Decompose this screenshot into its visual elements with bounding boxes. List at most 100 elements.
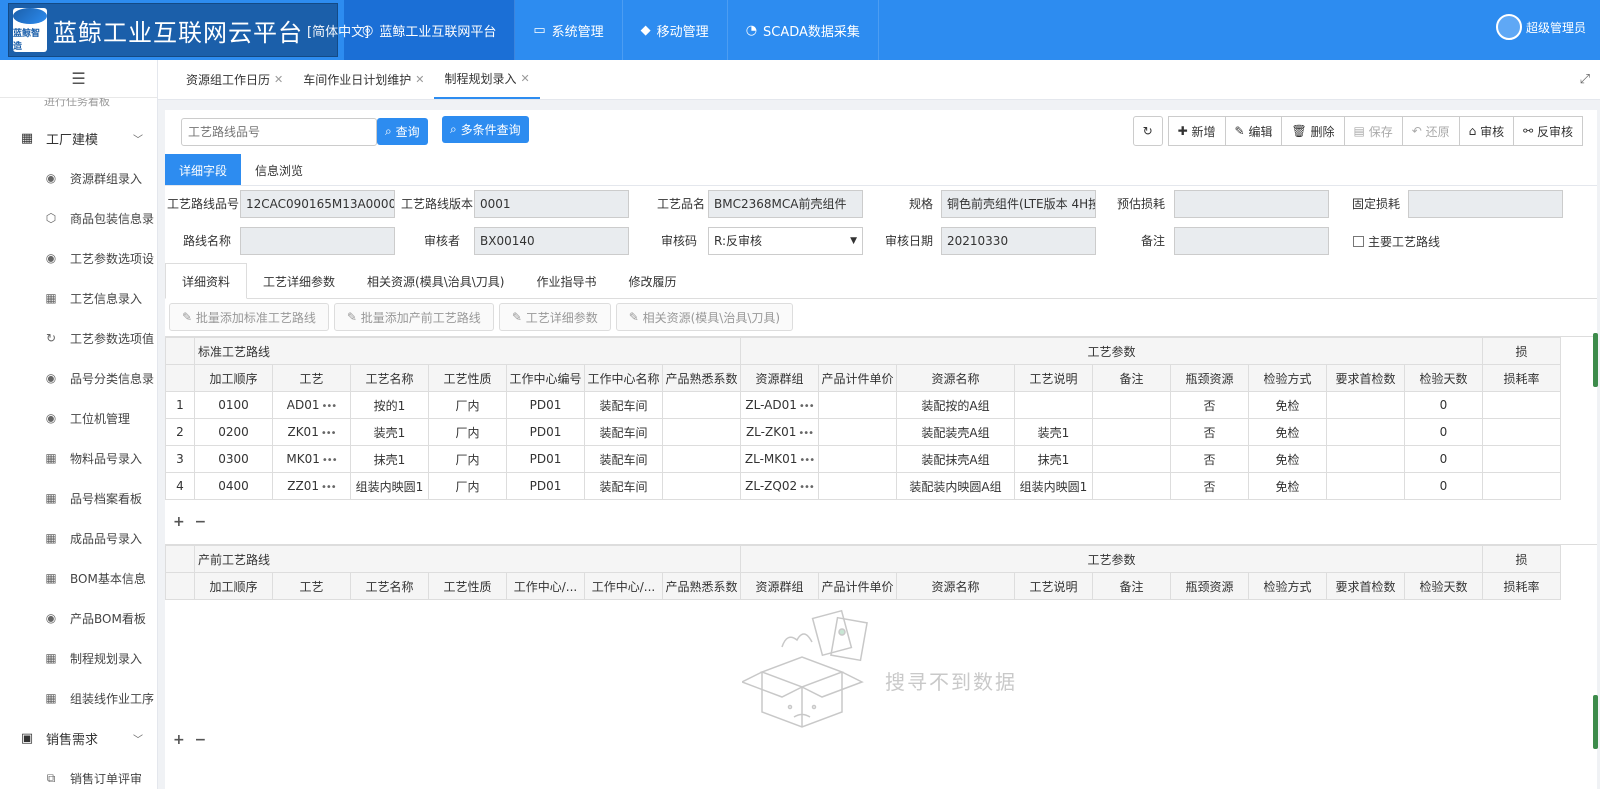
sidebar-item[interactable]: ▦ 成品品号录入 — [0, 518, 157, 558]
table-cell[interactable]: ZL-MK01 ••• — [740, 445, 819, 473]
table-row[interactable]: 4 0400 ZZ01 ••• 组装内映圆1 厂内 PD01 装配车间 ZL-ZQ02 ••• 装配… — [165, 472, 1561, 500]
table-cell[interactable]: ZK01 ••• — [272, 418, 351, 446]
column-header[interactable]: 工艺 — [272, 364, 351, 392]
main-route-checkbox[interactable]: 主要工艺路线 — [1353, 227, 1440, 255]
brand[interactable]: 蓝鲸智造 蓝鲸工业互联网云平台 [简体中文] — [8, 3, 369, 57]
table-cell[interactable]: ZL-ZQ02 ••• — [740, 472, 819, 500]
table-cell[interactable]: 0100 — [194, 391, 273, 419]
audit-code-select[interactable]: R:反审核 ▼ — [708, 227, 863, 255]
close-icon[interactable]: ✕ — [415, 73, 424, 86]
column-header[interactable]: 工作中心编号 — [506, 364, 585, 392]
table-cell[interactable] — [818, 472, 897, 500]
tab-change-history[interactable]: 修改履历 — [613, 263, 693, 299]
nav-scada[interactable]: ◔ SCADA数据采集 — [728, 0, 879, 60]
tab-detail-data[interactable]: 详细资料 — [165, 263, 248, 299]
table-cell[interactable]: 装配装壳A组 — [896, 418, 1015, 446]
more-icon[interactable]: ••• — [322, 455, 338, 466]
table-cell[interactable] — [662, 418, 741, 446]
more-icon[interactable]: ••• — [799, 455, 815, 466]
spec-field[interactable]: 铜色前壳组件(LTE版本 4H按 — [941, 190, 1096, 218]
table-cell[interactable]: PD01 — [506, 391, 585, 419]
est-loss-field[interactable] — [1174, 190, 1329, 218]
query-button[interactable]: ⌕ 查询 — [377, 118, 428, 145]
table-cell[interactable]: PD01 — [506, 418, 585, 446]
sidebar-item[interactable]: ◉ 工艺参数选项设 — [0, 238, 157, 278]
sidebar-group-sales[interactable]: ▣ 销售需求 ﹀ — [0, 718, 157, 758]
route-name-field[interactable] — [240, 227, 395, 255]
close-icon[interactable]: ✕ — [274, 73, 283, 86]
table-cell[interactable]: ZL-AD01 ••• — [740, 391, 819, 419]
sidebar-item[interactable]: ◉ 资源群组录入 — [0, 158, 157, 198]
sidebar-item-sales-review[interactable]: ⧉ 销售订单评审 — [0, 758, 157, 789]
nav-system[interactable]: ▭ 系统管理 — [515, 0, 623, 60]
audit-button[interactable]: ⌂ 审核 — [1458, 116, 1515, 146]
table-cell[interactable] — [818, 445, 897, 473]
refresh-button[interactable]: ↻ — [1132, 116, 1163, 146]
table-cell[interactable] — [1326, 472, 1405, 500]
remark-field[interactable] — [1174, 227, 1329, 255]
table-cell[interactable] — [1326, 418, 1405, 446]
restore-button[interactable]: ↶ 还原 — [1401, 116, 1460, 146]
table-cell[interactable] — [1326, 445, 1405, 473]
tab-process-planning[interactable]: 制程规划录入 ✕ — [434, 59, 540, 99]
table-cell[interactable]: MK01 ••• — [272, 445, 351, 473]
table-cell[interactable]: 装配装内映圆A组 — [896, 472, 1015, 500]
close-icon[interactable]: ✕ — [520, 72, 529, 85]
table-cell[interactable]: 免检 — [1248, 445, 1327, 473]
column-header[interactable]: 要求首检数 — [1326, 364, 1405, 392]
tab-related-resources[interactable]: 相关资源(模具\治具\刀具) — [351, 263, 520, 299]
table-cell[interactable]: 组装内映圆1 — [1014, 472, 1093, 500]
sidebar-item[interactable]: ▦ BOM基本信息 — [0, 558, 157, 598]
table-cell[interactable]: 装配按的A组 — [896, 391, 1015, 419]
table-cell[interactable] — [1092, 391, 1171, 419]
delete-button[interactable]: 🗑 删除 — [1281, 116, 1345, 146]
more-icon[interactable]: ••• — [321, 482, 337, 493]
table-cell[interactable]: AD01 ••• — [272, 391, 351, 419]
auditor-field[interactable]: BX00140 — [474, 227, 629, 255]
table-cell[interactable]: PD01 — [506, 445, 585, 473]
search-input[interactable] — [181, 118, 377, 146]
table-cell[interactable] — [662, 472, 741, 500]
remove-row-button[interactable]: − — [194, 514, 206, 530]
table-cell[interactable]: 厂内 — [428, 391, 507, 419]
table-cell[interactable]: 否 — [1170, 418, 1249, 446]
table-cell[interactable] — [1092, 418, 1171, 446]
batch-add-standard-button[interactable]: ✎ 批量添加标准工艺路线 — [169, 303, 329, 331]
column-header[interactable]: 工艺性质 — [428, 364, 507, 392]
table-cell[interactable]: 免检 — [1248, 472, 1327, 500]
table-cell[interactable]: 0200 — [194, 418, 273, 446]
save-button[interactable]: ▤ 保存 — [1343, 116, 1403, 146]
row-index[interactable]: 2 — [165, 418, 195, 446]
table-row[interactable]: 3 0300 MK01 ••• 抹壳1 厂内 PD01 装配车间 ZL-MK01 ••• 装配抹壳A… — [165, 445, 1561, 473]
table-cell[interactable]: 0300 — [194, 445, 273, 473]
table-cell[interactable]: 0 — [1404, 418, 1483, 446]
remove-row-button[interactable]: − — [194, 732, 206, 748]
table-cell[interactable]: 装配车间 — [584, 472, 663, 500]
column-header[interactable]: 工艺 — [272, 572, 351, 600]
column-header[interactable]: 检验天数 — [1404, 364, 1483, 392]
scrollbar-thumb[interactable] — [1593, 695, 1598, 749]
column-header[interactable]: 检验方式 — [1248, 572, 1327, 600]
row-index[interactable]: 3 — [165, 445, 195, 473]
language-switch[interactable]: [简体中文] — [307, 21, 369, 40]
column-header[interactable]: 资源名称 — [896, 364, 1015, 392]
nav-mobile[interactable]: ◆ 移动管理 — [623, 0, 728, 60]
route-ver-field[interactable]: 0001 — [474, 190, 629, 218]
sidebar-item[interactable]: ◉ 品号分类信息录 — [0, 358, 157, 398]
audit-date-field[interactable]: 20210330 — [941, 227, 1096, 255]
tab-info-browse[interactable]: 信息浏览 — [241, 154, 317, 186]
table-cell[interactable]: 0 — [1404, 472, 1483, 500]
product-name-field[interactable]: BMC2368MCA前壳组件 — [708, 190, 863, 218]
column-header[interactable]: 备注 — [1092, 364, 1171, 392]
sidebar-item[interactable]: ▦ 工艺信息录入 — [0, 278, 157, 318]
column-header[interactable]: 工艺名称 — [350, 572, 429, 600]
column-header[interactable]: 产品计件单价 — [818, 572, 897, 600]
table-cell[interactable] — [1482, 472, 1561, 500]
batch-add-preprod-button[interactable]: ✎ 批量添加产前工艺路线 — [333, 303, 494, 331]
column-header[interactable]: 工艺说明 — [1014, 364, 1093, 392]
table-cell[interactable]: 厂内 — [428, 445, 507, 473]
table-cell[interactable]: ZL-ZK01 ••• — [740, 418, 819, 446]
column-header[interactable]: 产品熟悉系数 — [662, 364, 741, 392]
column-header[interactable]: 要求首检数 — [1326, 572, 1405, 600]
table-cell[interactable]: 否 — [1170, 445, 1249, 473]
